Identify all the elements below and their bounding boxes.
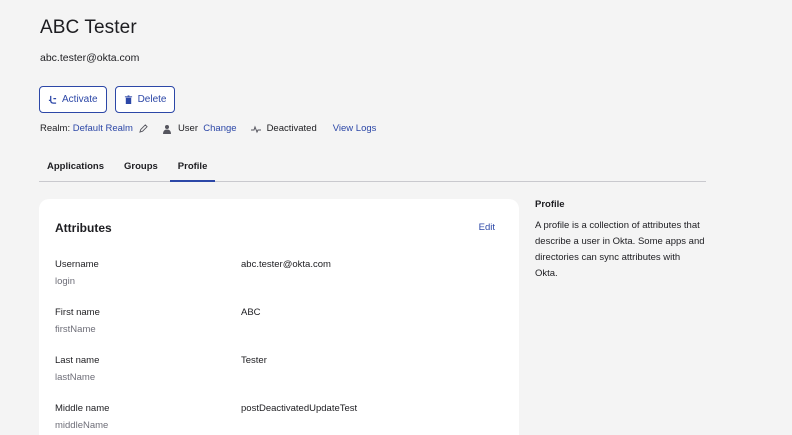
user-email: abc.tester@okta.com [40,52,140,64]
attribute-label: First name [55,307,100,318]
page-title: ABC Tester [40,17,137,38]
status-label: Deactivated [266,123,317,134]
attribute-key: lastName [55,372,96,383]
tab-profile[interactable]: Profile [169,152,216,182]
help-title: Profile [535,199,565,210]
activate-icon [48,95,57,104]
attributes-title: Attributes [55,221,112,235]
tab-bar: Applications Groups Profile [39,152,706,182]
attribute-value: Tester [241,355,267,366]
delete-button[interactable]: Delete [114,86,176,113]
attribute-row: Last name lastName Tester [55,355,505,383]
activate-label: Activate [62,94,98,105]
attribute-key: firstName [55,324,96,335]
attribute-row: Username login abc.tester@okta.com [55,259,505,287]
view-logs-link[interactable]: View Logs [333,123,377,134]
attribute-value: postDeactivatedUpdateTest [241,403,358,414]
delete-label: Delete [137,94,167,105]
edit-attributes-link[interactable]: Edit [479,222,495,233]
tab-applications[interactable]: Applications [39,152,112,182]
attribute-key: middleName [55,420,109,431]
pencil-icon[interactable] [139,124,148,133]
attribute-value: ABC [241,307,261,318]
attribute-value: abc.tester@okta.com [241,259,331,270]
user-icon [162,124,171,134]
tab-groups[interactable]: Groups [116,152,166,182]
activate-button[interactable]: Activate [39,86,107,113]
attribute-row: Middle name middleName postDeactivatedUp… [55,403,505,431]
profile-help-panel: Profile A profile is a collection of att… [535,199,705,282]
attribute-row: First name firstName ABC [55,307,505,335]
attribute-key: login [55,276,76,287]
action-buttons: Activate Delete [39,86,176,113]
trash-icon [124,95,132,104]
user-type: User [177,123,198,134]
help-text: A profile is a collection of attributes … [535,220,705,279]
attributes-card: Attributes Edit Username login abc.teste… [39,199,519,435]
user-meta-row: Realm: Default Realm User Change Deactiv… [40,123,376,134]
change-user-type-link[interactable]: Change [203,123,236,134]
attribute-label: Last name [55,355,100,366]
realm-link[interactable]: Default Realm [73,123,133,134]
realm-label: Realm: [40,123,71,134]
pulse-icon [250,125,261,133]
